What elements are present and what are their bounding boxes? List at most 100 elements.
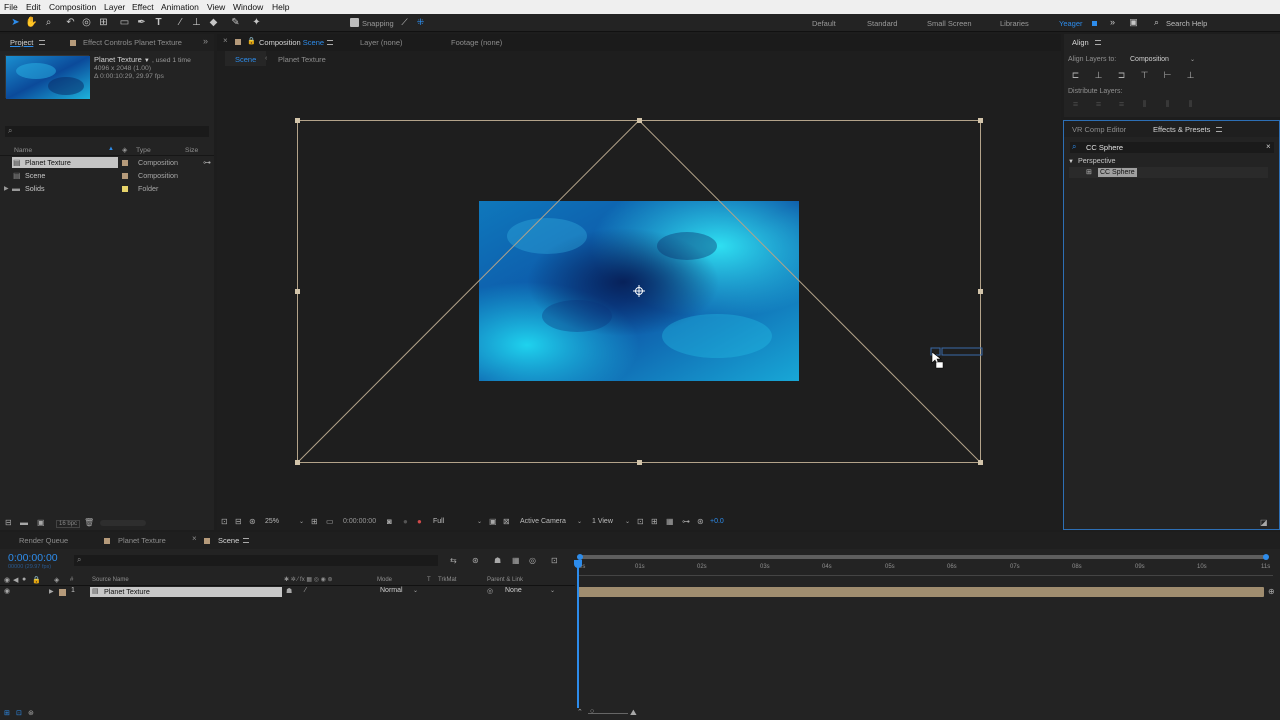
motion-blur-icon[interactable]: ◎ bbox=[529, 556, 536, 565]
effect-item-cc-sphere[interactable]: ⊞ CC Sphere bbox=[1064, 167, 1269, 179]
chevron-down-icon[interactable]: ⌄ bbox=[299, 518, 304, 525]
project-search-input[interactable]: ⌕ bbox=[5, 126, 209, 137]
project-row-planet-texture[interactable]: ▤ Planet Texture Composition ⊶ bbox=[0, 157, 214, 169]
expand-arrow-icon[interactable]: ▶ bbox=[49, 588, 54, 595]
align-title[interactable]: Align bbox=[1072, 38, 1089, 47]
tab-render-queue[interactable]: Render Queue bbox=[19, 536, 68, 545]
clone-stamp-icon[interactable]: ⊥ bbox=[190, 16, 203, 29]
distribute-hcenter-icon[interactable]: ⦀ bbox=[1162, 99, 1173, 110]
expand-arrow-icon[interactable]: ▶ bbox=[4, 183, 9, 195]
project-row-scene[interactable]: ▤ Scene Composition bbox=[0, 170, 214, 182]
align-hcenter-icon[interactable]: ⊥ bbox=[1093, 70, 1104, 81]
eraser-tool-icon[interactable]: ◆ bbox=[207, 16, 220, 29]
quality-icon[interactable]: ⁄ bbox=[305, 587, 306, 594]
tab-footage[interactable]: Footage (none) bbox=[451, 38, 502, 47]
tab-vr-comp-editor[interactable]: VR Comp Editor bbox=[1072, 125, 1126, 134]
panel-menu-icon[interactable] bbox=[1216, 127, 1222, 132]
layer-name-field[interactable]: ▤ Planet Texture bbox=[90, 587, 282, 597]
layer-label-swatch[interactable] bbox=[59, 589, 66, 596]
exposure-reset-icon[interactable]: ⊛ bbox=[697, 517, 704, 526]
bpc-button[interactable]: 16 bpc bbox=[56, 520, 81, 528]
label-swatch[interactable] bbox=[122, 186, 128, 192]
type-tool-icon[interactable]: T bbox=[152, 16, 165, 29]
transfer-controls-icon[interactable]: ⊡ bbox=[16, 709, 22, 717]
orbit-camera-icon[interactable]: ◎ bbox=[80, 16, 93, 29]
align-to-select[interactable]: Composition bbox=[1130, 56, 1169, 63]
pen-tool-icon[interactable]: ✒ bbox=[135, 16, 148, 29]
close-tab-icon[interactable]: × bbox=[192, 534, 197, 543]
eye-icon[interactable]: ◉ bbox=[4, 587, 10, 595]
graph-editor-icon[interactable]: ⊡ bbox=[551, 556, 558, 565]
new-bin-icon[interactable]: ◪ bbox=[1260, 518, 1268, 527]
comp-timecode[interactable]: 0:00:00:00 bbox=[343, 518, 376, 525]
brush-tool-icon[interactable]: ⁄ bbox=[174, 16, 187, 29]
workspace-small-screen[interactable]: Small Screen bbox=[927, 19, 972, 28]
workspace-yeager[interactable]: Yeager bbox=[1059, 19, 1083, 28]
label-swatch[interactable] bbox=[122, 173, 128, 179]
resolution-select[interactable]: Full bbox=[433, 518, 444, 525]
collapse-arrow-icon[interactable]: ▼ bbox=[1068, 159, 1074, 165]
menu-layer[interactable]: Layer bbox=[104, 2, 125, 12]
camera-select[interactable]: Active Camera bbox=[520, 518, 566, 525]
workspace-standard[interactable]: Standard bbox=[867, 19, 897, 28]
column-type[interactable]: Type bbox=[136, 147, 151, 154]
safe-zones-icon[interactable]: ▭ bbox=[326, 517, 334, 526]
clear-search-icon[interactable]: × bbox=[1266, 142, 1271, 151]
more-workspaces-icon[interactable]: » bbox=[1106, 16, 1119, 29]
trash-icon[interactable]: 🗑 bbox=[84, 518, 94, 527]
tab-effect-controls[interactable]: Effect Controls Planet Texture bbox=[83, 38, 182, 47]
snap-feature-icon[interactable]: ⁜ bbox=[414, 16, 427, 29]
zoom-select[interactable]: 25% bbox=[265, 518, 279, 525]
playhead-handle[interactable] bbox=[574, 560, 582, 568]
transparency-grid-icon[interactable]: ⊠ bbox=[503, 517, 510, 526]
column-size[interactable]: Size bbox=[185, 147, 198, 154]
workspace-default[interactable]: Default bbox=[812, 19, 836, 28]
zoom-out-icon[interactable]: ⌃ bbox=[577, 708, 583, 716]
close-tab-icon[interactable]: × bbox=[223, 36, 228, 45]
view-layout-select[interactable]: 1 View bbox=[592, 518, 613, 525]
fast-previews-icon[interactable]: ⊞ bbox=[651, 517, 658, 526]
align-bottom-icon[interactable]: ⊥ bbox=[1185, 70, 1196, 81]
solo-icon[interactable]: ● bbox=[22, 576, 26, 583]
align-right-icon[interactable]: ⊐ bbox=[1116, 70, 1127, 81]
work-area-bar[interactable] bbox=[577, 552, 1277, 562]
hand-tool-icon[interactable]: ✋ bbox=[25, 16, 38, 29]
column-name[interactable]: Name bbox=[14, 147, 32, 154]
flowchart-icon[interactable]: ⊶ bbox=[682, 517, 690, 526]
puppet-pin-icon[interactable]: ✦ bbox=[250, 16, 263, 29]
layer-parent-select[interactable]: None bbox=[505, 587, 522, 594]
flowchart-icon[interactable]: ⊶ bbox=[203, 157, 211, 169]
audio-toggle-icon[interactable]: ◀ bbox=[13, 576, 18, 584]
current-time-indicator[interactable] bbox=[577, 560, 579, 708]
collapse-transform-icon[interactable]: ☗ bbox=[286, 587, 292, 595]
distribute-left-icon[interactable]: ⦀ bbox=[1139, 99, 1150, 110]
time-ruler[interactable]: 0s 01s 02s 03s 04s 05s 06s 07s 08s 09s 1… bbox=[577, 562, 1273, 576]
label-swatch[interactable] bbox=[122, 160, 128, 166]
search-help-input[interactable]: Search Help bbox=[1166, 19, 1207, 28]
panel-menu-icon[interactable] bbox=[39, 40, 45, 45]
menu-animation[interactable]: Animation bbox=[161, 2, 199, 12]
zoom-in-icon[interactable]: ⛰ bbox=[630, 708, 637, 718]
tab-composition-scene[interactable]: Composition Scene bbox=[259, 38, 324, 47]
show-snapshot-icon[interactable]: ● bbox=[403, 517, 408, 526]
panel-menu-icon[interactable] bbox=[243, 538, 249, 543]
exposure-value[interactable]: +0.0 bbox=[710, 518, 724, 525]
menu-view[interactable]: View bbox=[207, 2, 225, 12]
sort-up-icon[interactable]: ▲ bbox=[108, 146, 114, 152]
zoom-slider-handle[interactable]: ○ bbox=[590, 708, 594, 715]
vr-icon[interactable]: ⊟ bbox=[235, 517, 242, 526]
project-scrollbar[interactable] bbox=[100, 520, 146, 526]
item-dropdown-icon[interactable]: ▼ bbox=[144, 58, 150, 64]
interpret-footage-icon[interactable]: ⊟ bbox=[5, 518, 12, 527]
sync-settings-icon[interactable]: ▣ bbox=[1127, 16, 1140, 29]
chevron-down-icon[interactable]: ⌄ bbox=[413, 587, 418, 594]
timeline-icon[interactable]: ▦ bbox=[666, 517, 674, 526]
toggle-pixel-aspect-icon[interactable]: ⊡ bbox=[637, 517, 644, 526]
trkmat-header[interactable]: TrkMat bbox=[438, 577, 456, 583]
zoom-tool-icon[interactable]: ⌕ bbox=[42, 16, 55, 29]
workspace-libraries[interactable]: Libraries bbox=[1000, 19, 1029, 28]
layer-mode-select[interactable]: Normal bbox=[380, 587, 403, 594]
menu-window[interactable]: Window bbox=[233, 2, 263, 12]
layer-switches-icon[interactable]: ⊞ bbox=[4, 709, 10, 717]
frame-blending-icon[interactable]: ▦ bbox=[512, 556, 520, 565]
